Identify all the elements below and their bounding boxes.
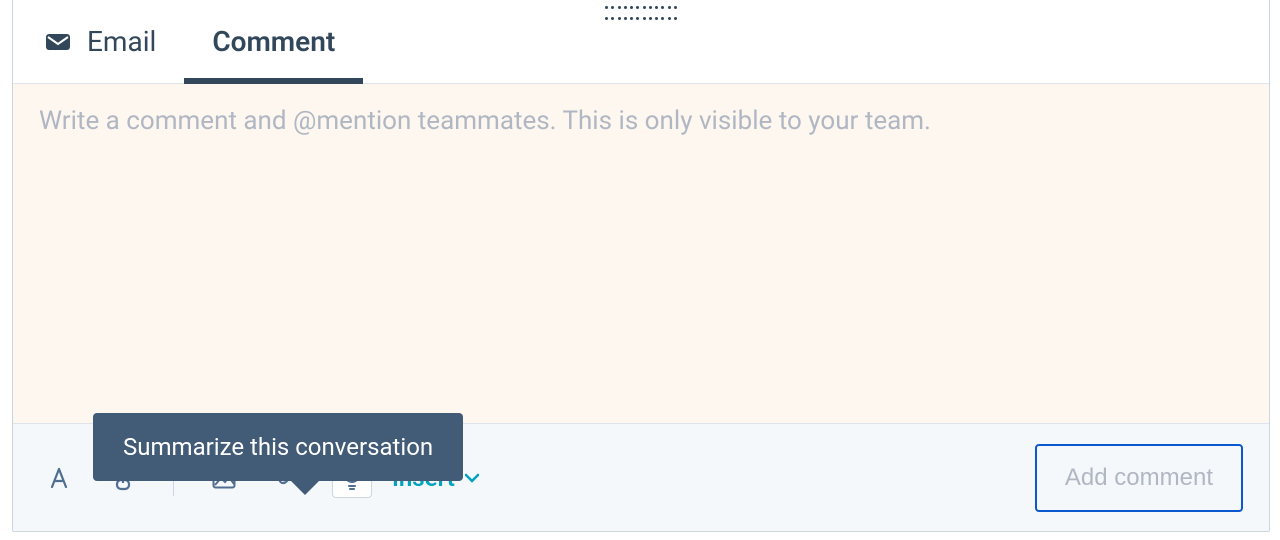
drag-handle[interactable] xyxy=(605,6,677,20)
text-format-icon xyxy=(48,467,70,489)
text-format-button[interactable] xyxy=(39,458,79,498)
add-comment-label: Add comment xyxy=(1065,464,1213,491)
add-comment-button[interactable]: Add comment xyxy=(1035,444,1243,512)
tooltip-content: Summarize this conversation xyxy=(93,413,463,481)
comment-placeholder: Write a comment and @mention teammates. … xyxy=(39,106,931,136)
tab-email[interactable]: Email xyxy=(45,0,156,83)
tab-comment[interactable]: Comment xyxy=(212,0,335,83)
tab-comment-label: Comment xyxy=(212,25,335,58)
chevron-down-icon xyxy=(465,473,479,483)
comment-panel: Email Comment Write a comment and @menti… xyxy=(12,0,1270,532)
tab-email-label: Email xyxy=(87,25,156,58)
email-icon xyxy=(45,33,71,51)
comment-input[interactable]: Write a comment and @mention teammates. … xyxy=(13,84,1269,423)
